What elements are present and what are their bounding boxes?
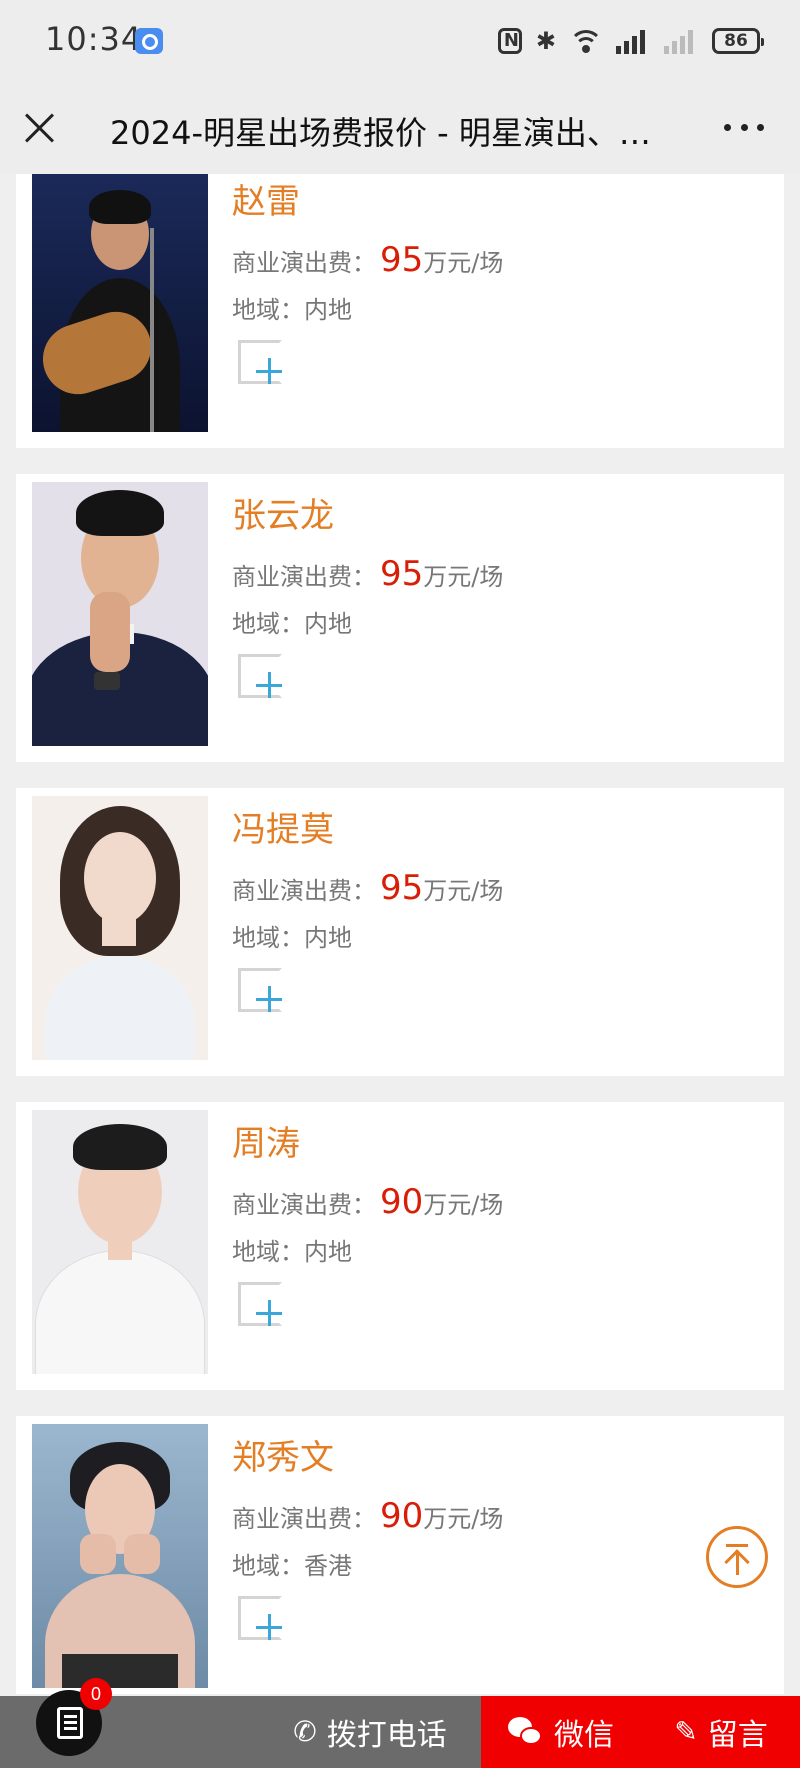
fee-label: 商业演出费： bbox=[232, 563, 376, 591]
star-photo[interactable] bbox=[32, 796, 208, 1060]
fee-price: 95 bbox=[380, 868, 424, 908]
close-icon[interactable] bbox=[24, 112, 56, 144]
page-title: 2024-明星出场费报价 - 明星演出、… bbox=[110, 114, 651, 152]
region-label: 地域： bbox=[232, 924, 304, 952]
region-row: 地域：内地 bbox=[232, 1232, 352, 1267]
star-name[interactable]: 周涛 bbox=[232, 1116, 300, 1165]
region-label: 地域： bbox=[232, 296, 304, 324]
document-icon bbox=[57, 1707, 83, 1739]
fee-unit: 万元/场 bbox=[423, 1505, 504, 1533]
region-value: 内地 bbox=[304, 610, 352, 638]
fee-price: 90 bbox=[380, 1496, 424, 1536]
fee-row: 商业演出费： 90万元/场 bbox=[232, 1182, 503, 1222]
call-label: 拨打电话 bbox=[326, 1718, 447, 1753]
wechat-label: 微信 bbox=[554, 1718, 614, 1753]
star-name[interactable]: 张云龙 bbox=[232, 488, 334, 537]
add-icon[interactable] bbox=[238, 1596, 282, 1640]
fee-label: 商业演出费： bbox=[232, 1505, 376, 1533]
status-icons: ✱ 86 bbox=[497, 24, 764, 58]
phone-icon: ✆ bbox=[293, 1715, 317, 1748]
star-card[interactable]: 赵雷 商业演出费： 95万元/场 地域：内地 bbox=[16, 174, 784, 448]
star-card[interactable]: 郑秀文 商业演出费： 90万元/场 地域：香港 bbox=[16, 1416, 784, 1694]
add-icon[interactable] bbox=[238, 340, 282, 384]
region-value: 内地 bbox=[304, 296, 352, 324]
fee-unit: 万元/场 bbox=[423, 249, 504, 277]
fee-label: 商业演出费： bbox=[232, 1191, 376, 1219]
signal-icon-sim2 bbox=[664, 28, 698, 54]
battery-icon: 86 bbox=[712, 28, 764, 54]
region-value: 内地 bbox=[304, 1238, 352, 1266]
region-row: 地域：香港 bbox=[232, 1546, 352, 1581]
status-time: 10:34 bbox=[45, 20, 143, 58]
star-name[interactable]: 赵雷 bbox=[232, 174, 300, 223]
nfc-icon bbox=[497, 28, 522, 54]
signal-icon bbox=[616, 28, 650, 54]
star-card[interactable]: 冯提莫 商业演出费： 95万元/场 地域：内地 bbox=[16, 788, 784, 1076]
star-list[interactable]: 赵雷 商业演出费： 95万元/场 地域：内地 张云龙 商业演出费： 95万元/场 地… bbox=[0, 174, 800, 1694]
star-name[interactable]: 郑秀文 bbox=[232, 1430, 334, 1479]
fee-row: 商业演出费： 95万元/场 bbox=[232, 868, 503, 908]
region-value: 内地 bbox=[304, 924, 352, 952]
fee-label: 商业演出费： bbox=[232, 877, 376, 905]
star-card[interactable]: 周涛 商业演出费： 90万元/场 地域：内地 bbox=[16, 1102, 784, 1390]
app-notification-icon bbox=[135, 28, 163, 54]
more-icon[interactable] bbox=[724, 124, 764, 134]
back-to-top-button[interactable] bbox=[706, 1526, 768, 1588]
fee-row: 商业演出费： 95万元/场 bbox=[232, 240, 503, 280]
region-row: 地域：内地 bbox=[232, 604, 352, 639]
fee-price: 90 bbox=[380, 1182, 424, 1222]
region-label: 地域： bbox=[232, 610, 304, 638]
region-value: 香港 bbox=[304, 1552, 352, 1580]
star-name[interactable]: 冯提莫 bbox=[232, 802, 334, 851]
message-button[interactable]: ✎ 留言 bbox=[641, 1696, 800, 1768]
wifi-icon bbox=[570, 28, 602, 54]
add-icon[interactable] bbox=[238, 654, 282, 698]
fee-price: 95 bbox=[380, 554, 424, 594]
arrow-up-icon bbox=[726, 1544, 748, 1547]
fee-price: 95 bbox=[380, 240, 424, 280]
region-row: 地域：内地 bbox=[232, 918, 352, 953]
star-photo[interactable] bbox=[32, 482, 208, 746]
star-photo[interactable] bbox=[32, 1424, 208, 1688]
call-button[interactable]: ✆ 拨打电话 bbox=[260, 1696, 480, 1768]
region-row: 地域：内地 bbox=[232, 290, 352, 325]
notification-badge: 0 bbox=[80, 1678, 112, 1710]
fee-unit: 万元/场 bbox=[423, 1191, 504, 1219]
region-label: 地域： bbox=[232, 1552, 304, 1580]
fee-unit: 万元/场 bbox=[423, 563, 504, 591]
message-label: 留言 bbox=[707, 1718, 768, 1753]
region-label: 地域： bbox=[232, 1238, 304, 1266]
status-bar: 10:34 ✱ 86 bbox=[0, 0, 800, 82]
star-photo[interactable] bbox=[32, 174, 208, 432]
nav-bar: 2024-明星出场费报价 - 明星演出、… bbox=[0, 82, 800, 174]
fee-row: 商业演出费： 90万元/场 bbox=[232, 1496, 503, 1536]
bottom-action-bar: ✆ 拨打电话 微信 ✎ 留言 bbox=[0, 1696, 800, 1768]
fee-label: 商业演出费： bbox=[232, 249, 376, 277]
star-photo[interactable] bbox=[32, 1110, 208, 1374]
add-icon[interactable] bbox=[238, 968, 282, 1012]
wechat-icon bbox=[508, 1717, 544, 1747]
star-card[interactable]: 张云龙 商业演出费： 95万元/场 地域：内地 bbox=[16, 474, 784, 762]
fee-row: 商业演出费： 95万元/场 bbox=[232, 554, 503, 594]
add-icon[interactable] bbox=[238, 1282, 282, 1326]
bluetooth-icon: ✱ bbox=[535, 27, 556, 55]
wechat-button[interactable]: 微信 bbox=[481, 1696, 641, 1768]
pencil-icon: ✎ bbox=[674, 1715, 698, 1748]
fee-unit: 万元/场 bbox=[423, 877, 504, 905]
